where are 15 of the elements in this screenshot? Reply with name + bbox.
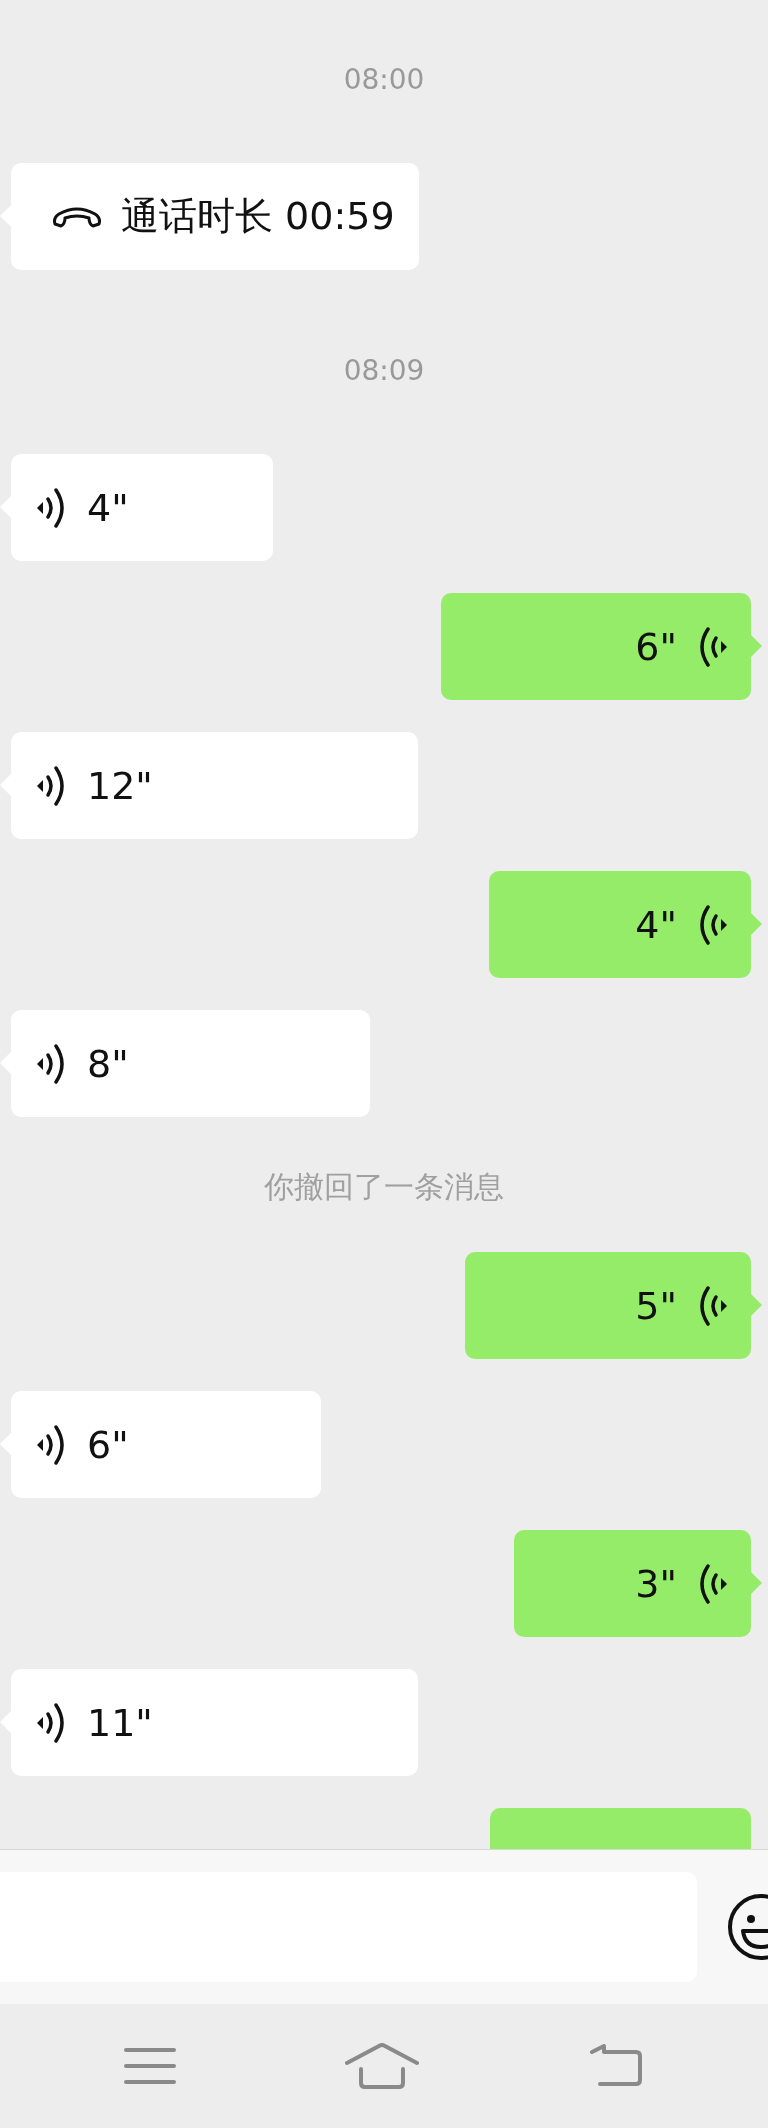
voice-wave-icon (35, 1422, 67, 1467)
recall-notice: 你撤回了一条消息 (264, 1168, 504, 1206)
home-icon[interactable] (345, 2043, 419, 2089)
timestamp: 08:09 (343, 353, 425, 389)
voice-wave-icon (35, 485, 67, 530)
voice-wave-icon (697, 1561, 729, 1606)
back-icon[interactable] (587, 2044, 644, 2088)
voice-wave-icon (697, 902, 729, 947)
menu-icon[interactable] (124, 2046, 177, 2086)
timestamp: 08:00 (343, 62, 425, 98)
voice-wave-icon (697, 1283, 729, 1328)
voice-wave-icon (35, 763, 67, 808)
voice-wave-icon (35, 1041, 67, 1086)
voice-wave-icon (35, 1700, 67, 1745)
voice-wave-icon (697, 624, 729, 669)
